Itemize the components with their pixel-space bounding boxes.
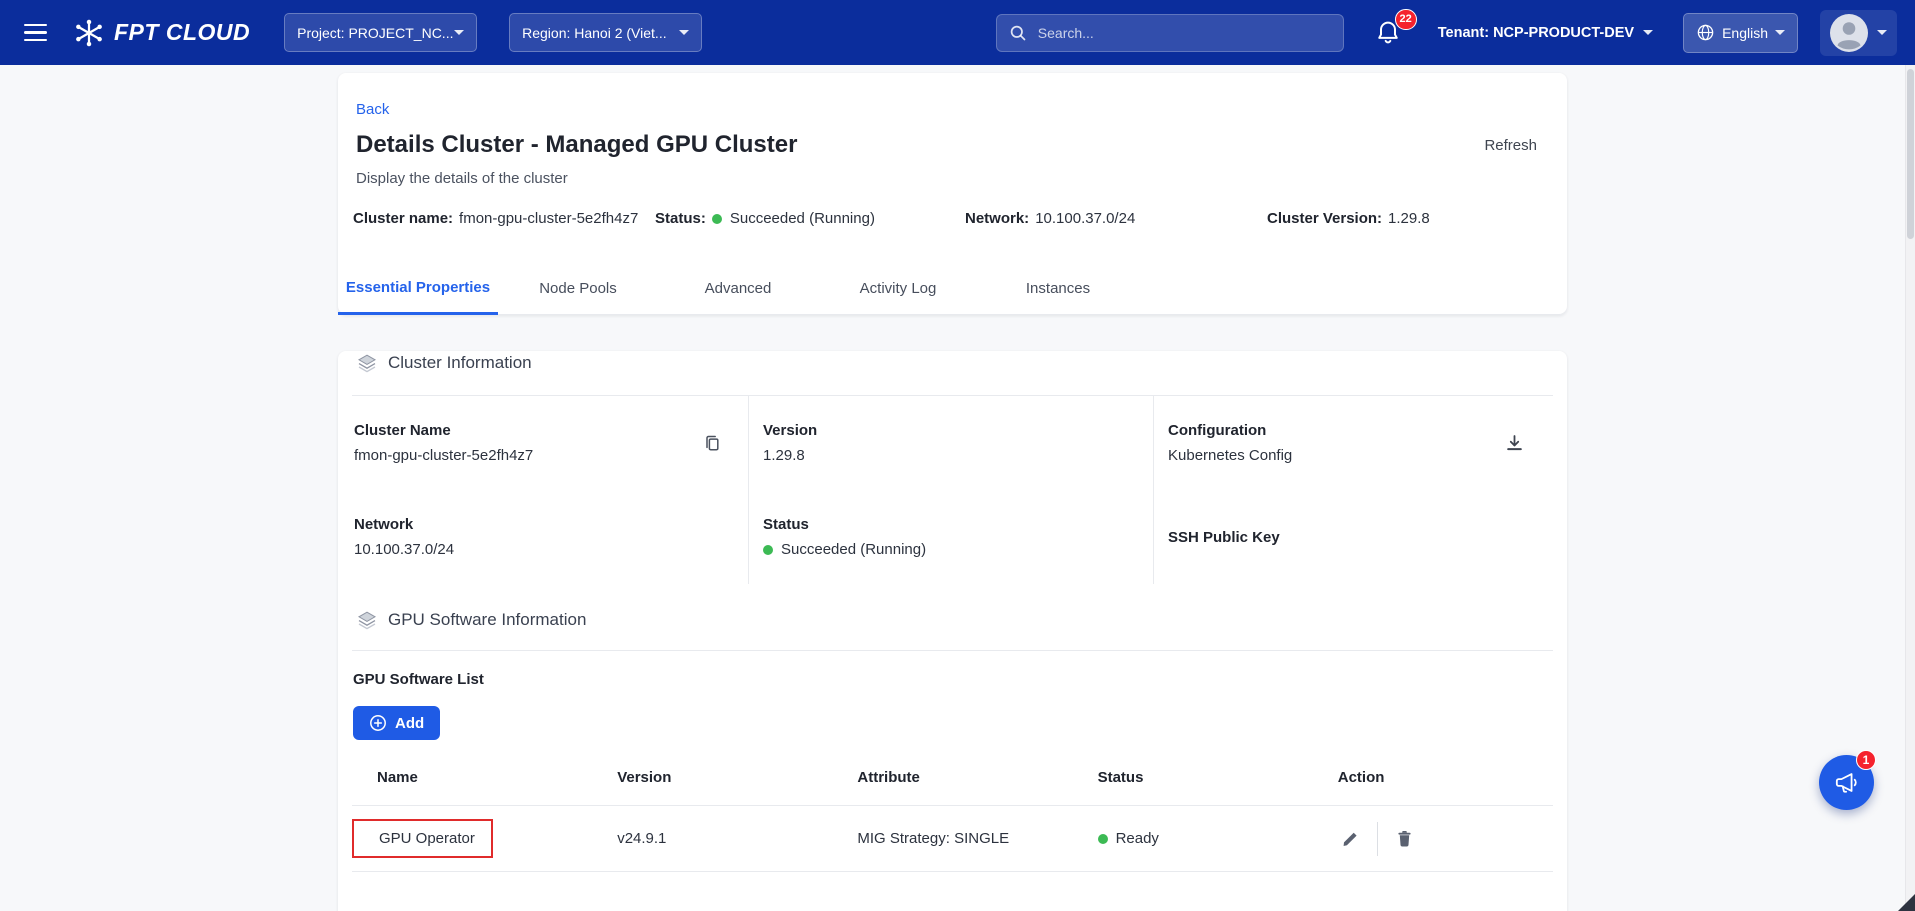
status-dot-green (712, 214, 722, 224)
notification-badge: 22 (1395, 9, 1417, 30)
column-header-status: Status (1073, 769, 1313, 786)
status-dot-green (1098, 834, 1108, 844)
edit-row-button[interactable] (1338, 826, 1363, 851)
divider (352, 650, 1553, 651)
copy-icon (703, 434, 722, 453)
add-gpu-software-button[interactable]: Add (353, 706, 440, 740)
page-subtitle: Display the details of the cluster (356, 170, 1567, 187)
top-navbar: FPT CLOUD Project: PROJECT_NC... Region:… (0, 0, 1915, 65)
notifications-button[interactable]: 22 (1374, 18, 1404, 48)
menu-button[interactable] (18, 18, 53, 48)
cell-name: GPU Operator (352, 819, 592, 858)
announcement-badge: 1 (1856, 750, 1876, 770)
gpu-software-list-label: GPU Software List (353, 671, 1553, 688)
cell-status: Ready (1073, 830, 1313, 847)
vertical-scrollbar[interactable] (1905, 65, 1915, 911)
column-header-action: Action (1313, 769, 1553, 786)
tenant-selector-label: Tenant: NCP-PRODUCT-DEV (1438, 25, 1634, 41)
gpu-software-section-header: GPU Software Information (357, 608, 1553, 632)
avatar (1830, 14, 1868, 52)
field-status: Status Succeeded (Running) (749, 490, 1154, 584)
project-selector-label: Project: PROJECT_NC... (297, 25, 453, 41)
tab-advanced[interactable]: Advanced (658, 265, 818, 315)
cell-version: v24.9.1 (592, 830, 832, 847)
summary-cluster-version: Cluster Version: 1.29.8 (1267, 210, 1430, 227)
action-divider (1377, 822, 1378, 856)
cell-attribute: MIG Strategy: SINGLE (832, 830, 1072, 847)
megaphone-icon (1833, 769, 1860, 796)
fpt-cloud-logo[interactable]: FPT CLOUD (73, 19, 250, 47)
scroll-corner-triangle (1898, 894, 1915, 911)
search-input[interactable] (1036, 24, 1331, 42)
gpu-software-table: Name Version Attribute Status Action GPU… (352, 750, 1553, 872)
download-kubeconfig-button[interactable] (1501, 430, 1528, 457)
search-icon (1009, 24, 1027, 42)
tenant-selector[interactable]: Tenant: NCP-PRODUCT-DEV (1432, 24, 1659, 42)
section-title: Cluster Information (388, 353, 532, 373)
user-menu[interactable] (1820, 10, 1897, 56)
trash-icon (1395, 829, 1414, 848)
refresh-button[interactable]: Refresh (1484, 137, 1537, 154)
language-selector[interactable]: English (1683, 13, 1798, 53)
plus-circle-icon (369, 714, 387, 732)
section-title: GPU Software Information (388, 610, 586, 630)
chevron-down-icon (454, 30, 464, 35)
status-dot-green (763, 545, 773, 555)
layers-icon (357, 610, 377, 630)
delete-row-button[interactable] (1392, 826, 1417, 851)
scrollbar-thumb[interactable] (1907, 69, 1914, 239)
fpt-logo-icon (73, 19, 105, 47)
page-content: Back Details Cluster - Managed GPU Clust… (0, 65, 1915, 911)
field-version: Version 1.29.8 (749, 396, 1154, 490)
column-header-version: Version (592, 769, 832, 786)
field-cluster-name: Cluster Name fmon-gpu-cluster-5e2fh4z7 (352, 396, 749, 490)
field-ssh-public-key: SSH Public Key (1154, 490, 1553, 584)
globe-icon (1696, 23, 1715, 42)
table-header-row: Name Version Attribute Status Action (352, 750, 1553, 806)
logo-text: FPT CLOUD (114, 19, 250, 46)
chevron-down-icon (679, 30, 689, 35)
cluster-tabs: Essential Properties Node Pools Advanced… (338, 265, 1567, 315)
copy-cluster-name-button[interactable] (699, 430, 726, 457)
layers-icon (357, 353, 377, 373)
column-header-attribute: Attribute (832, 769, 1072, 786)
field-configuration: Configuration Kubernetes Config (1154, 396, 1553, 490)
chevron-down-icon (1877, 30, 1887, 35)
chevron-down-icon (1775, 30, 1785, 35)
download-icon (1505, 434, 1524, 453)
cluster-information-grid: Cluster Name fmon-gpu-cluster-5e2fh4z7 V… (352, 396, 1553, 584)
language-selector-label: English (1722, 25, 1768, 41)
edit-pencil-icon (1341, 829, 1360, 848)
summary-status: Status: Succeeded (Running) (655, 210, 965, 227)
tab-node-pools[interactable]: Node Pools (498, 265, 658, 315)
column-header-name: Name (352, 769, 592, 786)
table-row: GPU Operator v24.9.1 MIG Strategy: SINGL… (352, 806, 1553, 872)
summary-cluster-name: Cluster name: fmon-gpu-cluster-5e2fh4z7 (353, 210, 655, 227)
page-title: Details Cluster - Managed GPU Cluster (356, 131, 797, 159)
chevron-down-icon (1643, 30, 1653, 35)
region-selector-label: Region: Hanoi 2 (Viet... (522, 25, 667, 41)
field-network: Network 10.100.37.0/24 (352, 490, 749, 584)
tab-instances[interactable]: Instances (978, 265, 1138, 315)
tab-essential-properties[interactable]: Essential Properties (338, 265, 498, 315)
highlighted-gpu-operator[interactable]: GPU Operator (352, 819, 493, 858)
add-button-label: Add (395, 715, 424, 732)
cluster-header-card: Back Details Cluster - Managed GPU Clust… (338, 73, 1567, 315)
back-link[interactable]: Back (356, 101, 389, 118)
region-selector[interactable]: Region: Hanoi 2 (Viet... (509, 13, 702, 52)
cell-action (1313, 822, 1553, 856)
cluster-information-section-header: Cluster Information (357, 351, 1553, 375)
cluster-summary: Cluster name: fmon-gpu-cluster-5e2fh4z7 … (338, 210, 1567, 227)
announcements-fab[interactable]: 1 (1819, 755, 1874, 810)
tab-activity-log[interactable]: Activity Log (818, 265, 978, 315)
cluster-details-card: Cluster Information Cluster Name fmon-gp… (338, 351, 1567, 911)
project-selector[interactable]: Project: PROJECT_NC... (284, 13, 477, 52)
summary-network: Network: 10.100.37.0/24 (965, 210, 1267, 227)
search-box[interactable] (996, 14, 1344, 52)
